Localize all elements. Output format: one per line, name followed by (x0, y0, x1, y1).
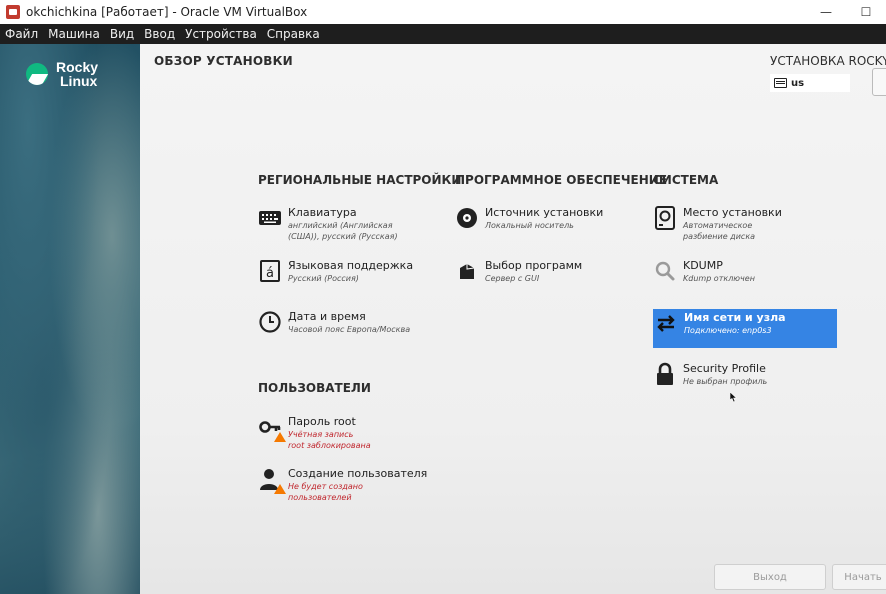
user-icon (258, 467, 286, 494)
menu-file[interactable]: Файл (0, 24, 43, 44)
keyboard-layout-indicator[interactable]: us (770, 74, 850, 92)
virtualbox-app-icon (6, 5, 20, 19)
spoke-datetime-status-1: Часовой пояс Европа/Москва (288, 325, 411, 334)
svg-text:á: á (266, 266, 274, 281)
clock-icon (258, 310, 282, 334)
spoke-language-status-1: Русский (Россия) (288, 274, 359, 283)
spoke-installation-source[interactable]: Источник установки Локальный носитель (455, 206, 603, 231)
warning-icon (274, 432, 286, 442)
keyboard-layout-value: us (791, 77, 805, 89)
menu-devices[interactable]: Устройства (180, 24, 262, 44)
spoke-keyboard-status-1: английский (Английская (288, 221, 393, 230)
mouse-pointer-icon (730, 392, 738, 402)
spoke-installation-destination[interactable]: Место установки Автоматическое разбиение… (653, 206, 782, 242)
category-system: СИСТЕМА (653, 173, 719, 187)
spoke-user-status-1: Не будет создано (288, 482, 363, 491)
spoke-user-status-2: пользователей (288, 493, 352, 502)
spoke-root-status-1: Учётная запись (288, 430, 354, 439)
category-regional: РЕГИОНАЛЬНЫЕ НАСТРОЙКИ (258, 173, 462, 187)
menu-view[interactable]: Вид (105, 24, 139, 44)
spoke-keyboard[interactable]: Клавиатура английский (Английская (США))… (258, 206, 398, 242)
window-title: okchichkina [Работает] - Oracle VM Virtu… (26, 5, 308, 19)
spoke-software-selection[interactable]: Выбор программ Сервер с GUI (455, 259, 582, 284)
quit-button[interactable]: Выход (714, 564, 826, 590)
spoke-root-password[interactable]: Пароль root Учётная запись root заблокир… (258, 415, 371, 451)
network-icon (654, 311, 678, 335)
spoke-language-name: Языковая поддержка (288, 259, 414, 272)
lock-icon (653, 362, 677, 386)
spoke-destination-name: Место установки (683, 206, 782, 219)
spoke-datetime-name: Дата и время (288, 310, 366, 323)
category-software: ПРОГРАММНОЕ ОБЕСПЕЧЕНИЕ (455, 173, 668, 187)
spoke-security-name: Security Profile (683, 362, 766, 375)
keyboard-icon (258, 206, 282, 230)
installer-sidebar: Rocky Linux (0, 44, 140, 594)
spoke-network-hostname[interactable]: Имя сети и узла Подключено: enp0s3 (653, 309, 837, 348)
spoke-security-status-1: Не выбран профиль (683, 377, 768, 386)
spoke-datetime[interactable]: Дата и время Часовой пояс Европа/Москва (258, 310, 410, 335)
package-icon (455, 259, 479, 283)
category-users: ПОЛЬЗОВАТЕЛИ (258, 381, 371, 395)
menu-help[interactable]: Справка (262, 24, 325, 44)
search-icon (653, 259, 677, 283)
spoke-keyboard-status-2: (США)), русский (Русская) (288, 232, 398, 241)
maximize-button[interactable]: ☐ (846, 0, 886, 24)
logo-line-2: Linux (60, 73, 98, 89)
window-titlebar: okchichkina [Работает] - Oracle VM Virtu… (0, 0, 886, 25)
page-title: ОБЗОР УСТАНОВКИ (154, 54, 293, 68)
menu-input[interactable]: Ввод (139, 24, 180, 44)
spoke-software-status-1: Сервер с GUI (485, 274, 540, 283)
harddisk-icon (653, 206, 677, 230)
rocky-linux-logo: Rocky Linux (26, 60, 98, 88)
guest-display[interactable]: Rocky Linux ОБЗОР УСТАНОВКИ УСТАНОВКА RO… (0, 44, 886, 594)
spoke-kdump[interactable]: KDUMP Kdump отключен (653, 259, 755, 284)
spoke-root-status-2: root заблокирована (288, 441, 371, 450)
spoke-user-creation[interactable]: Создание пользователя Не будет создано п… (258, 467, 427, 503)
install-title: УСТАНОВКА ROCKY L (770, 54, 886, 68)
menubar: Файл Машина Вид Ввод Устройства Справка (0, 24, 886, 44)
disc-icon (455, 206, 479, 230)
spoke-security-profile[interactable]: Security Profile Не выбран профиль (653, 362, 767, 387)
language-icon: á (258, 259, 282, 283)
spoke-kdump-status-1: Kdump отключен (683, 274, 755, 283)
spoke-network-status-1: Подключено: enp0s3 (684, 326, 772, 335)
help-button[interactable] (872, 68, 886, 96)
spoke-network-name: Имя сети и узла (684, 311, 786, 324)
spoke-source-name: Источник установки (485, 206, 604, 219)
spoke-language[interactable]: á Языковая поддержка Русский (Россия) (258, 259, 413, 284)
spoke-root-name: Пароль root (288, 415, 356, 428)
rocky-logo-icon (26, 63, 48, 85)
begin-installation-button[interactable]: Начать (832, 564, 886, 590)
key-icon (258, 415, 286, 442)
spoke-destination-status-2: разбиение диска (683, 232, 756, 241)
keyboard-small-icon (774, 78, 787, 88)
spoke-kdump-name: KDUMP (683, 259, 723, 272)
spoke-user-name: Создание пользователя (288, 467, 428, 480)
installation-summary: ОБЗОР УСТАНОВКИ УСТАНОВКА ROCKY L us РЕГ… (140, 44, 886, 594)
warning-icon (274, 484, 286, 494)
spoke-keyboard-name: Клавиатура (288, 206, 357, 219)
menu-machine[interactable]: Машина (43, 24, 105, 44)
spoke-source-status-1: Локальный носитель (485, 221, 574, 230)
spoke-software-name: Выбор программ (485, 259, 583, 272)
minimize-button[interactable]: — (806, 0, 846, 24)
spoke-destination-status-1: Автоматическое (683, 221, 753, 230)
